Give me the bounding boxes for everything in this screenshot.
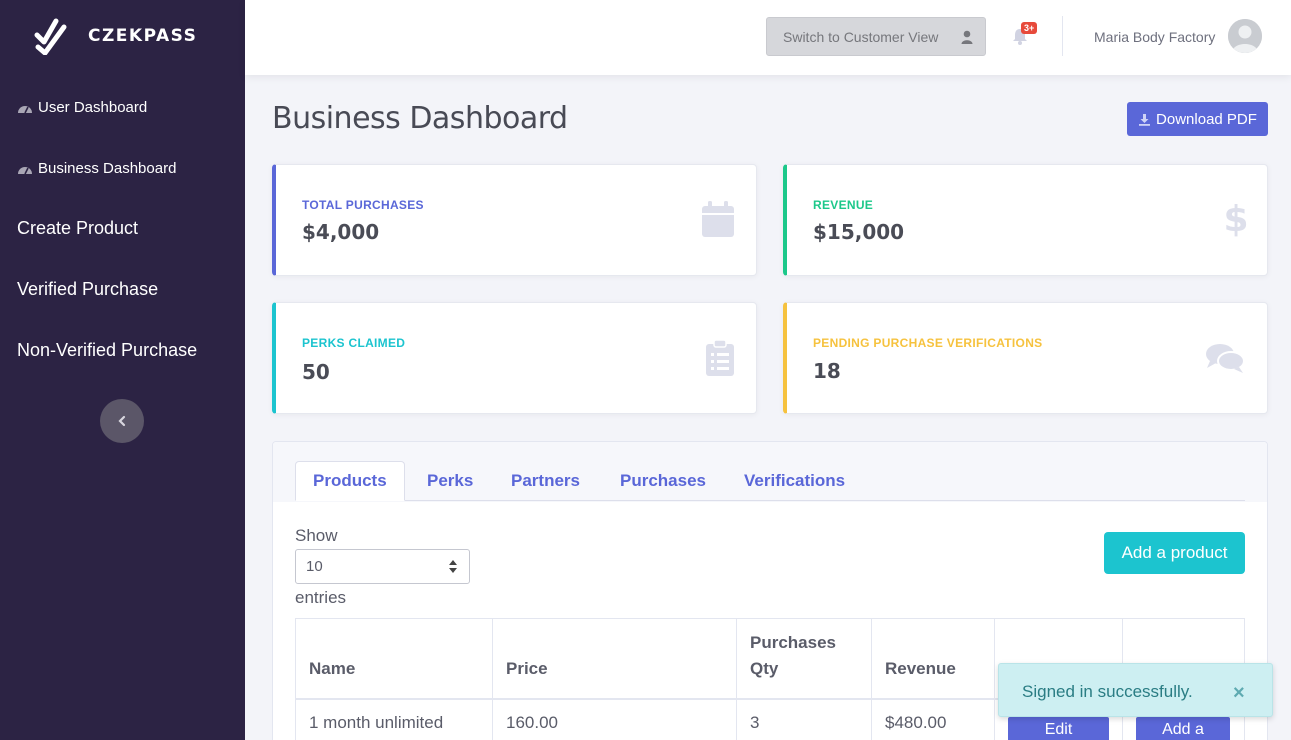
toast-notification: Signed in successfully. × bbox=[998, 663, 1273, 717]
tab-products[interactable]: Products bbox=[295, 461, 405, 501]
entries-select-value: 10 bbox=[306, 558, 323, 575]
logo-checkmarks-icon bbox=[34, 18, 67, 55]
brand-name: CZEKPASS bbox=[88, 26, 198, 46]
calendar-icon bbox=[702, 201, 734, 237]
page-title: Business Dashboard bbox=[272, 101, 568, 136]
stat-card-value: 50 bbox=[302, 360, 330, 384]
notification-badge: 3+ bbox=[1021, 22, 1038, 34]
sidebar: CZEKPASS User Dashboard Business Dashboa… bbox=[0, 0, 245, 740]
stat-card-label: TOTAL PURCHASES bbox=[302, 198, 424, 212]
cell-price: 160.00 bbox=[492, 698, 737, 740]
tachometer-icon bbox=[18, 166, 32, 174]
sidebar-toggle-button[interactable] bbox=[100, 399, 144, 443]
dollar-icon: $ bbox=[1225, 199, 1247, 237]
avatar[interactable] bbox=[1228, 19, 1262, 53]
entries-select[interactable]: 10 bbox=[295, 549, 470, 584]
show-label: Show bbox=[295, 526, 338, 545]
stat-card-total-purchases: TOTAL PURCHASES $4,000 bbox=[272, 164, 757, 276]
toast-message: Signed in successfully. bbox=[1022, 682, 1193, 701]
column-header-price[interactable]: Price bbox=[492, 618, 737, 700]
sidebar-item-label: Verified Purchase bbox=[17, 279, 159, 299]
sidebar-item-verified-purchase[interactable]: Verified Purchase bbox=[17, 279, 158, 300]
download-pdf-label: Download PDF bbox=[1156, 110, 1257, 128]
sidebar-item-label: Create Product bbox=[17, 218, 139, 238]
sidebar-item-label: User Dashboard bbox=[38, 99, 148, 116]
tab-perks[interactable]: Perks bbox=[427, 461, 473, 501]
tab-verifications[interactable]: Verifications bbox=[744, 461, 845, 501]
cell-name: 1 month unlimited bbox=[295, 698, 493, 740]
sidebar-item-business-dashboard[interactable]: Business Dashboard bbox=[17, 160, 176, 177]
chevron-left-icon bbox=[118, 415, 126, 427]
download-pdf-button[interactable]: Download PDF bbox=[1127, 102, 1268, 136]
sidebar-item-label: Non-Verified Purchase bbox=[17, 340, 198, 360]
switch-customer-view-label: Switch to Customer View bbox=[783, 28, 939, 45]
sidebar-item-user-dashboard[interactable]: User Dashboard bbox=[17, 99, 147, 116]
stat-card-value: 18 bbox=[813, 359, 841, 383]
svg-text:$: $ bbox=[1225, 199, 1247, 237]
user-name[interactable]: Maria Body Factory bbox=[1094, 29, 1215, 45]
close-icon[interactable]: × bbox=[1233, 682, 1245, 705]
sidebar-item-label: Business Dashboard bbox=[38, 160, 177, 177]
stat-card-revenue: REVENUE $15,000 $ bbox=[783, 164, 1268, 276]
stat-card-perks-claimed: PERKS CLAIMED 50 bbox=[272, 302, 757, 414]
tab-purchases[interactable]: Purchases bbox=[620, 461, 706, 501]
avatar-placeholder-icon bbox=[1228, 19, 1262, 53]
user-icon bbox=[961, 30, 973, 44]
add-perk-button[interactable]: Add a bbox=[1136, 716, 1230, 740]
edit-button[interactable]: Edit bbox=[1008, 716, 1109, 740]
column-header-name[interactable]: Name bbox=[295, 618, 493, 700]
select-arrows-icon bbox=[449, 560, 457, 573]
tachometer-icon bbox=[18, 105, 32, 113]
stat-card-label: PERKS CLAIMED bbox=[302, 336, 406, 350]
sidebar-item-create-product[interactable]: Create Product bbox=[17, 218, 138, 239]
column-header-revenue[interactable]: Revenue bbox=[871, 618, 995, 700]
sidebar-item-non-verified-purchase[interactable]: Non-Verified Purchase bbox=[17, 340, 197, 361]
stat-card-label: PENDING PURCHASE VERIFICATIONS bbox=[813, 336, 1043, 350]
tab-bar: Products Perks Partners Purchases Verifi… bbox=[295, 461, 1245, 501]
stat-card-value: $4,000 bbox=[302, 220, 380, 244]
topbar-divider bbox=[1062, 16, 1063, 56]
stat-card-value: $15,000 bbox=[813, 220, 905, 244]
cell-qty: 3 bbox=[736, 698, 872, 740]
switch-customer-view-button[interactable]: Switch to Customer View bbox=[766, 17, 986, 56]
tab-partners[interactable]: Partners bbox=[511, 461, 580, 501]
download-icon bbox=[1139, 113, 1151, 126]
comments-icon bbox=[1206, 344, 1245, 373]
brand[interactable]: CZEKPASS bbox=[34, 16, 197, 56]
stat-card-pending-verifications: PENDING PURCHASE VERIFICATIONS 18 bbox=[783, 302, 1268, 414]
topbar: Switch to Customer View 3+ Maria Body Fa… bbox=[245, 0, 1291, 75]
add-product-button[interactable]: Add a product bbox=[1104, 532, 1245, 574]
column-header-purchases-qty[interactable]: Purchases Qty bbox=[736, 618, 872, 700]
stat-card-label: REVENUE bbox=[813, 198, 874, 212]
clipboard-icon bbox=[706, 340, 734, 376]
cell-revenue: $480.00 bbox=[871, 698, 995, 740]
entries-label: entries bbox=[295, 588, 347, 607]
